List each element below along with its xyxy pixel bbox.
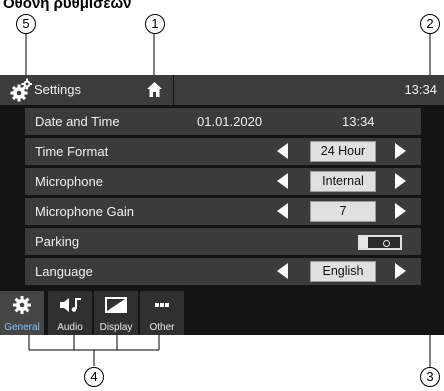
arrow-right-icon[interactable] (395, 143, 406, 159)
tab-other[interactable]: Other (140, 291, 184, 335)
toggle-knob (360, 237, 368, 248)
tab-display[interactable]: Display (94, 291, 138, 335)
header-divider (173, 75, 174, 105)
row-microphone-gain: Microphone Gain 7 (25, 198, 421, 225)
tab-general[interactable]: General (0, 291, 44, 335)
row-microphone: Microphone Internal (25, 168, 421, 195)
callout-5: 5 (16, 14, 36, 34)
speaker-music-icon (60, 298, 81, 312)
parking-toggle[interactable] (358, 235, 402, 250)
row-time-format: Time Format 24 Hour (25, 138, 421, 165)
settings-screen: Settings 13:34 Date and Time 01.01.2020 … (0, 75, 444, 335)
tab-label: Display (99, 322, 133, 333)
microphone-value: Internal (310, 171, 376, 192)
row-parking: Parking (25, 228, 421, 255)
date-value: 01.01.2020 (197, 114, 263, 129)
callout-3: 3 (420, 367, 440, 387)
tab-label: Audio (57, 322, 83, 333)
row-label: Microphone (35, 174, 103, 189)
time-format-value: 24 Hour (310, 141, 376, 162)
tab-bar: General Audio Display Other (0, 291, 444, 335)
microphone-gain-value: 7 (310, 201, 376, 222)
home-icon[interactable] (146, 81, 163, 98)
tab-label: Other (149, 322, 175, 333)
more-dots-icon (155, 303, 169, 307)
tab-audio[interactable]: Audio (48, 291, 92, 335)
arrow-left-icon[interactable] (277, 143, 288, 159)
gear-icon[interactable] (10, 78, 32, 102)
display-icon (105, 297, 127, 313)
row-label: Microphone Gain (35, 204, 134, 219)
row-date-time[interactable]: Date and Time 01.01.2020 13:34 (25, 108, 421, 135)
gear-icon (13, 296, 31, 314)
callout-4: 4 (84, 367, 104, 387)
time-value: 13:34 (342, 114, 375, 129)
settings-list: Date and Time 01.01.2020 13:34 Time Form… (25, 108, 421, 288)
row-language: Language English (25, 258, 421, 285)
arrow-left-icon[interactable] (277, 263, 288, 279)
header-title: Settings (34, 82, 81, 97)
language-value: English (310, 261, 376, 282)
row-label: Date and Time (35, 114, 120, 129)
arrow-right-icon[interactable] (395, 263, 406, 279)
callout-1: 1 (145, 14, 165, 34)
row-label: Language (35, 264, 93, 279)
arrow-right-icon[interactable] (395, 173, 406, 189)
header-clock: 13:34 (404, 82, 437, 97)
row-label: Time Format (35, 144, 109, 159)
row-label: Parking (35, 234, 80, 249)
header-bar: Settings 13:34 (0, 75, 444, 105)
arrow-left-icon[interactable] (277, 203, 288, 219)
callout-2: 2 (420, 14, 440, 34)
tab-label: General (4, 322, 40, 333)
arrow-right-icon[interactable] (395, 203, 406, 219)
arrow-left-icon[interactable] (277, 173, 288, 189)
toggle-off-indicator (383, 240, 390, 247)
